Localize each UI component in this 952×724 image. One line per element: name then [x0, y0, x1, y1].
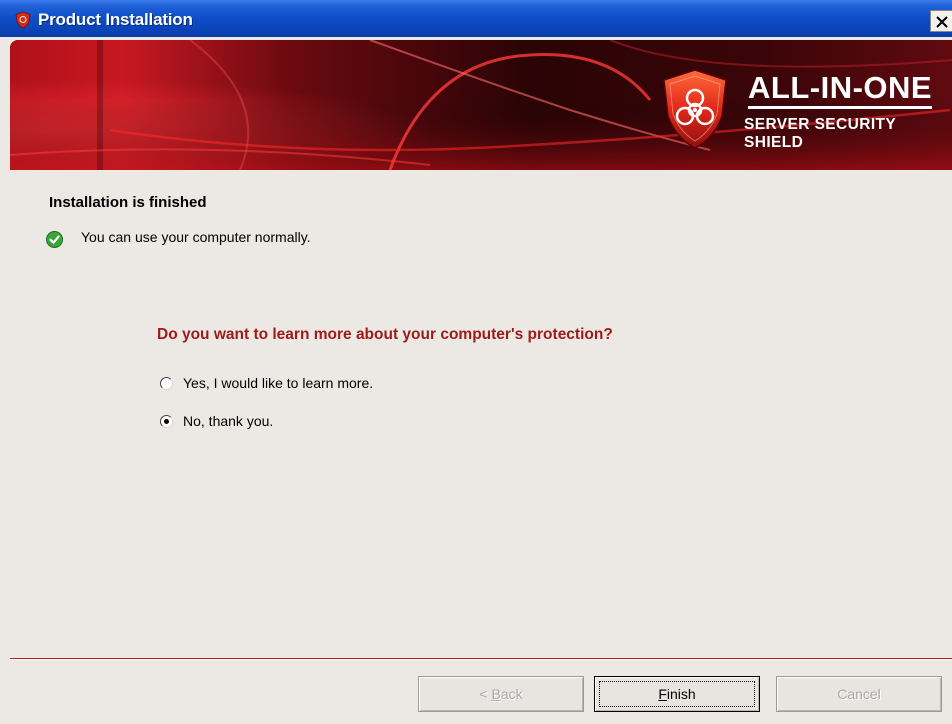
close-button[interactable]: [930, 10, 952, 32]
back-button[interactable]: < Back: [418, 676, 584, 712]
brand-subtitle: SERVER SECURITY SHIELD: [744, 116, 896, 151]
question-text: Do you want to learn more about your com…: [157, 326, 613, 343]
footer-separator-highlight: [10, 659, 952, 660]
installer-window: Product Installation ALL-IN-ONE SERVER S…: [0, 0, 952, 724]
biohazard-shield-icon: [663, 69, 727, 149]
title-bar[interactable]: Product Installation: [0, 0, 952, 37]
finish-button[interactable]: Finish: [594, 676, 760, 712]
cancel-button[interactable]: Cancel: [776, 676, 942, 712]
cancel-button-label: Cancel: [837, 686, 881, 702]
header-banner: ALL-IN-ONE SERVER SECURITY SHIELD: [10, 40, 952, 170]
green-check-icon: [46, 231, 63, 248]
brand-title: ALL-IN-ONE: [748, 72, 933, 109]
status-text: You can use your computer normally.: [81, 229, 311, 245]
app-shield-icon: [15, 11, 31, 29]
radio-yes-label[interactable]: Yes, I would like to learn more.: [183, 375, 373, 391]
radio-no[interactable]: [160, 415, 173, 428]
radio-yes[interactable]: [160, 377, 173, 390]
window-title: Product Installation: [38, 10, 193, 29]
radio-no-label[interactable]: No, thank you.: [183, 413, 273, 429]
close-icon: [936, 16, 948, 28]
finish-button-label: Finish: [658, 686, 696, 702]
back-button-label: < Back: [479, 686, 523, 702]
page-heading: Installation is finished: [49, 194, 207, 211]
